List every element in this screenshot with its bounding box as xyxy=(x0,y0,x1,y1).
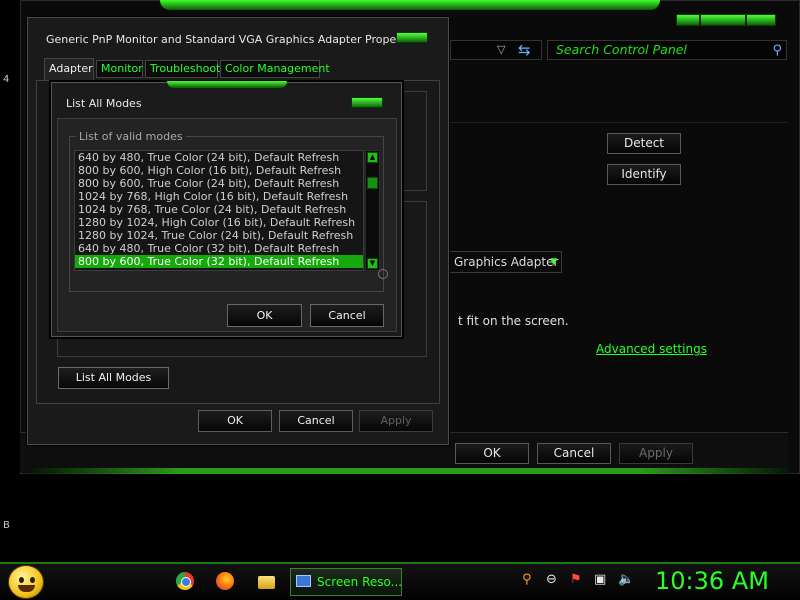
cancel-button[interactable]: Cancel xyxy=(310,304,384,327)
ok-button[interactable]: OK xyxy=(227,304,302,327)
panel-divider xyxy=(450,122,788,123)
monitor-icon xyxy=(296,575,311,587)
search-icon[interactable]: ⚲ xyxy=(772,42,782,60)
folder-icon[interactable] xyxy=(258,576,275,589)
group-label: List of valid modes xyxy=(76,130,186,143)
apply-button[interactable]: Apply xyxy=(359,410,433,432)
search-input[interactable]: Search Control Panel ⚲ xyxy=(547,40,787,60)
advanced-settings-link[interactable]: Advanced settings xyxy=(596,342,707,356)
clock[interactable]: 10:36 AM xyxy=(655,567,769,595)
search-placeholder: Search Control Panel xyxy=(556,42,687,57)
edge-text: 4 xyxy=(3,74,10,85)
close-button[interactable] xyxy=(351,97,383,108)
tab-color-management[interactable]: Color Management xyxy=(220,60,330,78)
refresh-icon[interactable]: ⇆ xyxy=(518,41,531,59)
network-icon[interactable]: ▣ xyxy=(594,572,606,587)
modes-listbox[interactable]: 640 by 480, True Color (24 bit), Default… xyxy=(74,150,364,271)
list-item[interactable]: 640 by 480, True Color (32 bit), Default… xyxy=(75,242,363,255)
chevron-down-icon[interactable]: ▽ xyxy=(497,43,511,57)
tab-adapter[interactable]: Adapter xyxy=(44,58,94,80)
search-icon[interactable]: ⚲ xyxy=(522,572,532,587)
scroll-thumb[interactable] xyxy=(367,177,378,189)
dialog-top-glow xyxy=(167,81,287,88)
list-item-selected[interactable]: 800 by 600, True Color (32 bit), Default… xyxy=(75,255,363,268)
control-panel-cancel-button[interactable]: Cancel xyxy=(537,443,611,464)
tab-monitor[interactable]: Monitor xyxy=(96,60,143,78)
list-all-modes-button[interactable]: List All Modes xyxy=(58,367,169,389)
cancel-button[interactable]: Cancel xyxy=(279,410,353,432)
dialog-title: Generic PnP Monitor and Standard VGA Gra… xyxy=(46,33,421,46)
display-dropdown-value: Graphics Adapter xyxy=(454,255,559,269)
detect-button[interactable]: Detect xyxy=(607,133,681,154)
valid-modes-group: List of valid modes 640 by 480, True Col… xyxy=(69,130,388,292)
list-item[interactable]: 640 by 480, True Color (24 bit), Default… xyxy=(75,151,363,164)
list-scrollbar[interactable]: ▲ ▼ xyxy=(365,150,380,271)
display-dropdown[interactable]: Graphics Adapter ▼ xyxy=(448,251,562,273)
firefox-icon[interactable] xyxy=(216,572,234,590)
window-control-buttons[interactable] xyxy=(676,14,776,26)
tab-troubleshoot[interactable]: Troubleshoot xyxy=(145,60,220,78)
chevron-down-icon: ▼ xyxy=(550,257,557,267)
list-item[interactable]: 1024 by 768, True Color (24 bit), Defaul… xyxy=(75,203,363,216)
control-panel-ok-button[interactable]: OK xyxy=(455,443,529,464)
list-item[interactable]: 1280 by 1024, True Color (24 bit), Defau… xyxy=(75,229,363,242)
list-all-modes-dialog: List All Modes List of valid modes 640 b… xyxy=(51,81,402,337)
start-orb-icon[interactable] xyxy=(8,565,44,599)
fit-hint-text: t fit on the screen. xyxy=(458,314,569,328)
flag-icon[interactable]: ⚑ xyxy=(570,572,582,587)
list-item[interactable]: 800 by 600, High Color (16 bit), Default… xyxy=(75,164,363,177)
list-item[interactable]: 1024 by 768, High Color (16 bit), Defaul… xyxy=(75,190,363,203)
minus-circle-icon[interactable]: ⊖ xyxy=(546,572,557,587)
chrome-icon[interactable] xyxy=(176,572,194,590)
scroll-down-icon[interactable]: ▼ xyxy=(367,258,378,269)
scroll-up-icon[interactable]: ▲ xyxy=(367,152,378,163)
taskbar-item-screen-resolution[interactable]: Screen Reso... xyxy=(290,568,402,596)
volume-icon[interactable]: 🔈 xyxy=(618,572,634,587)
window-bottom-glow xyxy=(30,468,790,474)
identify-button[interactable]: Identify xyxy=(607,164,681,185)
modes-panel: List of valid modes 640 by 480, True Col… xyxy=(57,118,397,332)
taskbar: Screen Reso... ⚲ ⊖ ⚑ ▣ 🔈 10:36 AM xyxy=(0,562,800,600)
resize-grip-icon[interactable] xyxy=(378,269,388,279)
edge-text: B xyxy=(3,520,10,531)
ok-button[interactable]: OK xyxy=(198,410,272,432)
list-item[interactable]: 800 by 600, True Color (24 bit), Default… xyxy=(75,177,363,190)
window-top-glow xyxy=(160,0,660,10)
close-button[interactable] xyxy=(396,32,428,43)
list-item[interactable]: 1280 by 1024, High Color (16 bit), Defau… xyxy=(75,216,363,229)
taskbar-item-label: Screen Reso... xyxy=(317,575,402,589)
dialog-title: List All Modes xyxy=(66,97,142,110)
control-panel-apply-button[interactable]: Apply xyxy=(619,443,693,464)
